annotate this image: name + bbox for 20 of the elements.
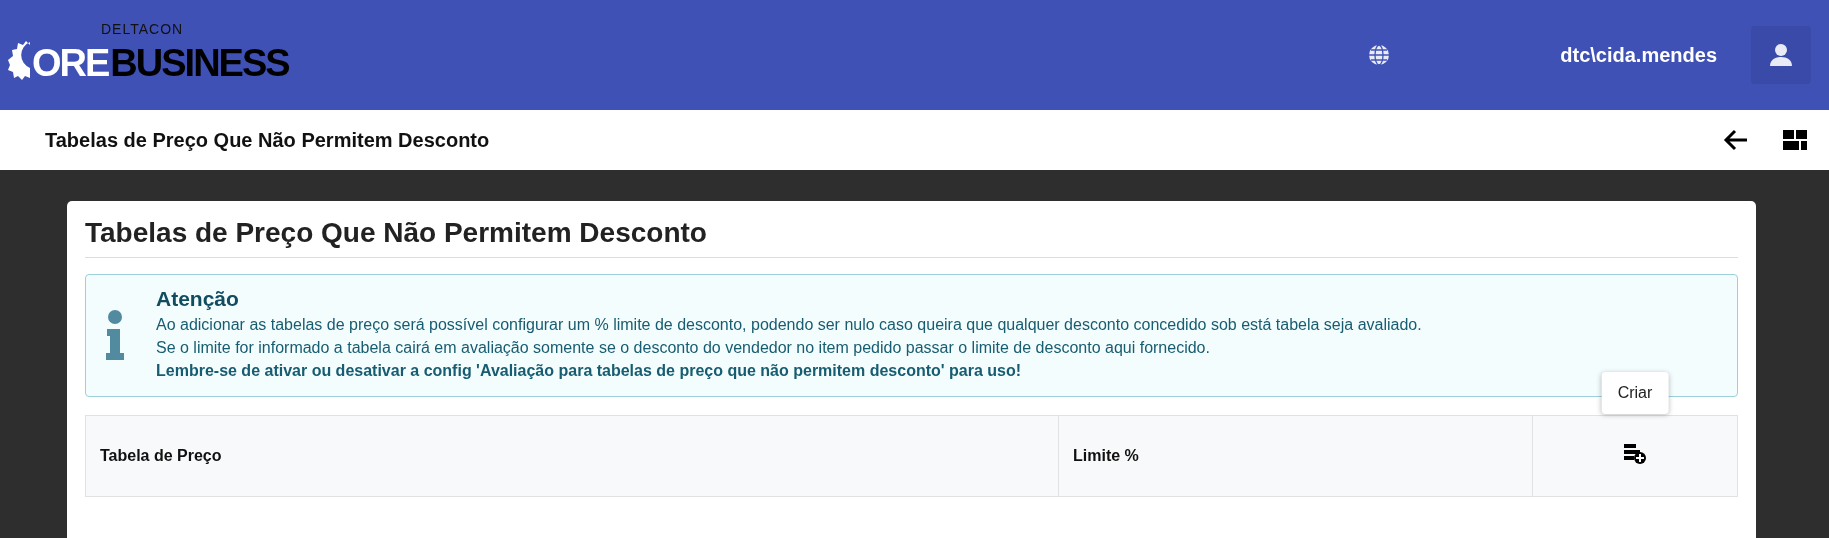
- alert-title: Atenção: [156, 287, 240, 311]
- tiles-icon[interactable]: [1783, 130, 1807, 150]
- alert-text: Se o limite for informado a tabela cairá em avaliação somente se o desconto do vendedor no item pedido passar o limite de desconto aqui fornecido.: [156, 338, 1211, 358]
- column-header: Tabela de Preço: [85, 415, 1059, 497]
- user-icon: [1769, 43, 1793, 67]
- user-name: dtc\cida.mendes: [1560, 43, 1717, 67]
- alert-text: Ao adicionar as tabelas de preço será possível configurar um % limite de desconto, podendo ser nulo caso queira que qualquer desconto concedido sob está tabela seja avaliado.: [156, 315, 1422, 335]
- card-title: Tabelas de Preço Que Não Permitem Desconto: [85, 215, 1738, 258]
- tooltip: Criar: [1601, 372, 1669, 414]
- column-header: Limite %: [1058, 415, 1533, 497]
- logo-text: BUSINESS: [110, 44, 289, 82]
- add-record-icon[interactable]: [1624, 444, 1646, 464]
- page-title: Tabelas de Preço Que Não Permitem Desconto: [45, 128, 491, 152]
- logo-tagline: DELTACON: [101, 22, 184, 36]
- alert-text: Lembre-se de ativar ou desativar a config 'Avaliação para tabelas de preço que não permitem desconto' para uso!: [156, 361, 1023, 381]
- globe-icon[interactable]: [1368, 44, 1391, 66]
- back-arrow-icon[interactable]: [1723, 129, 1749, 151]
- user-button[interactable]: [1751, 26, 1811, 84]
- logo-text: ORE: [32, 44, 109, 82]
- info-icon: [106, 309, 124, 360]
